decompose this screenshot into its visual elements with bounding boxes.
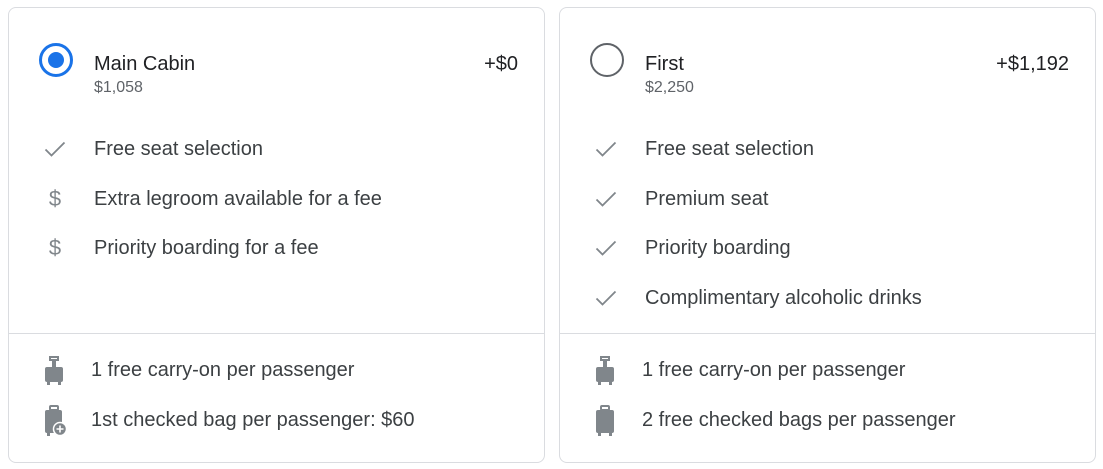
fare-radio-main-cabin[interactable] (39, 43, 73, 77)
fare-radio-first[interactable] (590, 43, 624, 77)
fare-name: Main Cabin (94, 53, 196, 75)
feature-label: Priority boarding (645, 237, 791, 259)
check-icon (42, 136, 68, 162)
baggage-item: 2 free checked bags per passenger (560, 401, 1095, 441)
baggage-label: 2 free checked bags per passenger (642, 409, 956, 431)
dollar-icon: $ (48, 186, 62, 211)
fare-option-main-cabin[interactable]: Main Cabin $1,058 +$0 Free seat selectio… (8, 7, 545, 463)
carry-on-bag-icon (592, 355, 618, 387)
fare-option-first[interactable]: First $2,250 +$1,192 Free seat selection… (559, 7, 1096, 463)
feature-item: Premium seat (560, 180, 1095, 220)
baggage-label: 1 free carry-on per passenger (91, 359, 355, 381)
feature-label: Extra legroom available for a fee (94, 188, 382, 210)
fare-price-difference: +$1,192 (996, 53, 1069, 75)
baggage-label: 1st checked bag per passenger: $60 (91, 409, 415, 431)
checked-bag-fee-icon (41, 405, 68, 437)
feature-item: Free seat selection (9, 130, 544, 170)
check-icon (593, 235, 619, 261)
check-icon (593, 136, 619, 162)
check-icon (593, 285, 619, 311)
feature-item: Complimentary alcoholic drinks (560, 279, 1095, 319)
dollar-icon: $ (48, 235, 62, 260)
feature-item: Priority boarding (560, 229, 1095, 269)
divider (560, 333, 1095, 334)
divider (9, 333, 544, 334)
feature-item: $ Priority boarding for a fee (9, 229, 544, 269)
feature-label: Priority boarding for a fee (94, 237, 319, 259)
fare-price-difference: +$0 (484, 53, 518, 75)
baggage-label: 1 free carry-on per passenger (642, 359, 906, 381)
baggage-item: 1st checked bag per passenger: $60 (9, 401, 544, 441)
checked-bag-icon (592, 405, 618, 437)
feature-label: Free seat selection (645, 138, 814, 160)
feature-label: Free seat selection (94, 138, 263, 160)
baggage-item: 1 free carry-on per passenger (560, 351, 1095, 391)
fare-price: $1,058 (94, 79, 143, 96)
feature-label: Premium seat (645, 188, 769, 210)
baggage-item: 1 free carry-on per passenger (9, 351, 544, 391)
fare-price: $2,250 (645, 79, 694, 96)
check-icon (593, 186, 619, 212)
feature-label: Complimentary alcoholic drinks (645, 287, 922, 309)
feature-item: $ Extra legroom available for a fee (9, 180, 544, 220)
fare-name: First (645, 53, 684, 75)
carry-on-bag-icon (41, 355, 67, 387)
feature-item: Free seat selection (560, 130, 1095, 170)
